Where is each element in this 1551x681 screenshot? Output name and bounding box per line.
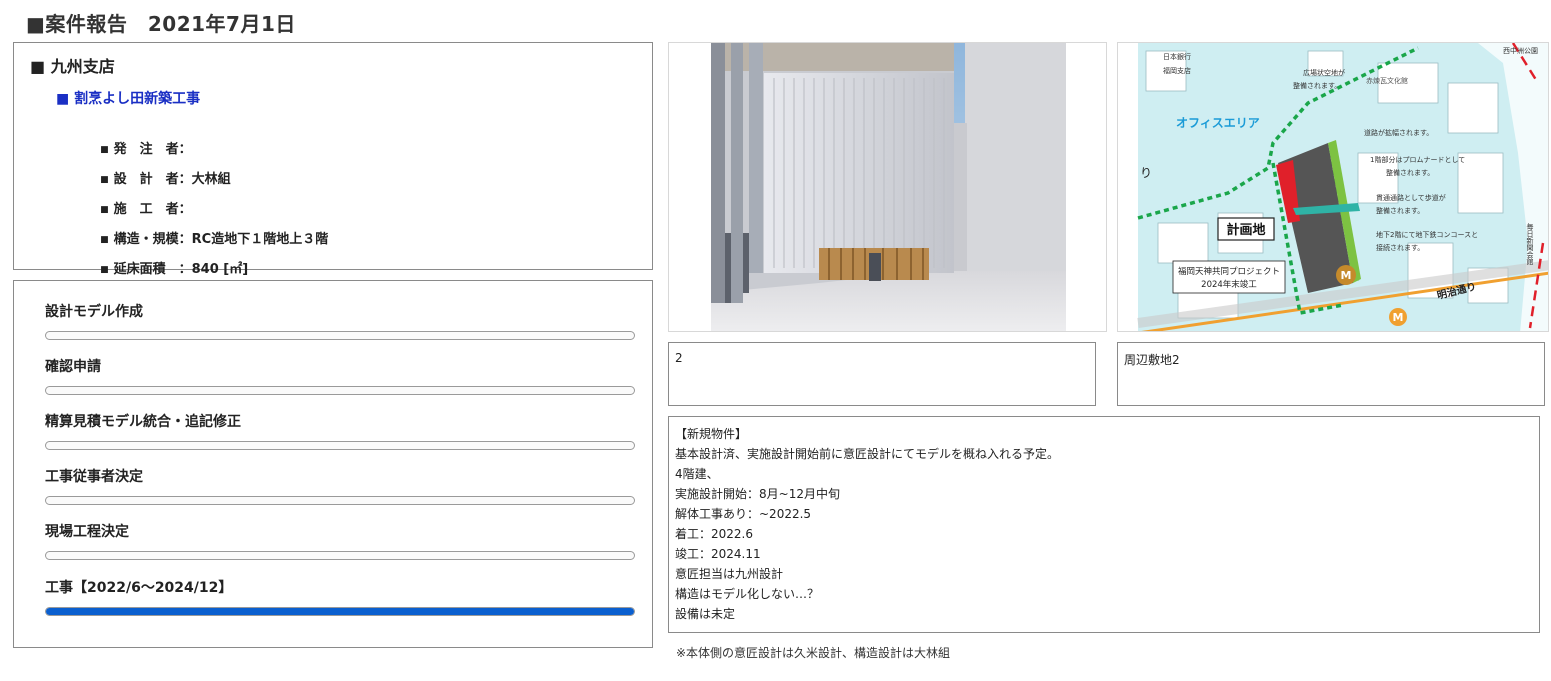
notes-line: 設備は未定 (675, 607, 736, 621)
map-walkway-label2: 整備されます。 (1376, 206, 1424, 215)
building-render-image[interactable] (668, 42, 1107, 332)
map-site-label: 計画地 (1226, 222, 1265, 238)
step-label: 設計モデル作成 (45, 304, 143, 320)
step-label: 工事【2022/6～2024/12】 (45, 580, 233, 596)
detail-label: 延床面積 ： (113, 262, 192, 277)
map-newspaper-label: 毎日新聞会館 (1526, 222, 1534, 266)
notes-panel: 【新規物件】 基本設計済、実施設計開始前に意匠設計にてモデルを概ね入れる予定。 … (668, 416, 1540, 633)
progress-bar (45, 331, 635, 340)
branch-name: ■ 九州支店 (30, 57, 115, 76)
progress-panel: 設計モデル作成 確認申請 精算見積モデル統合・追記修正 工事従事者決定 現場工程… (13, 280, 653, 648)
caption-text: 2 (675, 351, 683, 365)
notes-line: 4階建、 (675, 467, 719, 481)
map-promenade-label2: 整備されます。 (1386, 168, 1434, 177)
progress-bar (45, 441, 635, 450)
step-label: 現場工程決定 (45, 524, 129, 540)
map-promenade-label: 1階部分はプロムナードとして (1370, 155, 1465, 164)
progress-step: 設計モデル作成 (45, 301, 635, 340)
map-subway-label: 地下2階にて地下鉄コンコースと (1376, 230, 1478, 239)
map-joint-label: 福岡天神共同プロジェクト (1178, 266, 1280, 277)
notes-line: 基本設計済、実施設計開始前に意匠設計にてモデルを概ね入れる予定。 (675, 447, 1060, 461)
map-culture-label: 赤煉瓦文化館 (1366, 76, 1408, 85)
notes-line: 【新規物件】 (675, 427, 748, 441)
metro-icon: M (1393, 311, 1404, 324)
building-render-svg (669, 43, 1106, 331)
detail-value: 大林組 (191, 172, 231, 187)
area-map-svg: M M 計画地 福岡天神共同プロジェクト 2024年末竣工 日本銀行 福岡支店 … (1118, 43, 1548, 331)
map-joint-year: 2024年末竣工 (1201, 279, 1257, 290)
step-label: 工事従事者決定 (45, 469, 143, 485)
notes-line: 竣工：2024.11 (675, 547, 761, 561)
map-bank-label: 日本銀行 (1163, 52, 1191, 61)
page-title: ■案件報告 2021年7月1日 (26, 12, 296, 36)
metro-icon: M (1341, 269, 1352, 282)
bullet-icon: ■ (100, 265, 109, 275)
map-plaza-label: 広場状空地が (1303, 68, 1345, 77)
progress-step: 工事従事者決定 (45, 466, 635, 505)
footnote: ※本体側の意匠設計は久米設計、構造設計は大林組 (676, 646, 951, 660)
notes-line: 意匠担当は九州設計 (675, 567, 784, 581)
progress-step: 現場工程決定 (45, 521, 635, 560)
notes-line: 構造はモデル化しない…？ (675, 587, 820, 601)
project-info-panel: ■ 九州支店 ■ 割烹よし田新築工事 ■ 発 注 者： ■ 設 計 者：大林組 ■ 施… (13, 42, 653, 277)
step-label: 精算見積モデル統合・追記修正 (45, 414, 241, 430)
notes-line: 解体工事あり：~2022.5 (675, 507, 812, 521)
image-caption-1: 2 (668, 342, 1096, 406)
progress-bar (45, 607, 635, 616)
progress-bar (45, 551, 635, 560)
map-office-area-label: オフィスエリア (1176, 116, 1260, 130)
notes-line: 実施設計開始：8月~12月中旬 (675, 487, 840, 501)
area-map-image[interactable]: M M 計画地 福岡天神共同プロジェクト 2024年末竣工 日本銀行 福岡支店 … (1117, 42, 1549, 332)
progress-bar (45, 496, 635, 505)
notes-line: 着工：2022.6 (675, 527, 753, 541)
caption-text: 周辺敷地2 (1124, 353, 1180, 367)
progress-step: 精算見積モデル統合・追記修正 (45, 411, 635, 450)
map-bank-branch-label: 福岡支店 (1163, 66, 1191, 75)
detail-value: 840 [㎡] (191, 262, 249, 277)
progress-fill (46, 608, 634, 615)
progress-bar (45, 386, 635, 395)
map-walkway-label: 貫通通路として歩道が (1376, 193, 1446, 202)
map-subway-label2: 接続されます。 (1376, 243, 1424, 252)
progress-step: 工事【2022/6～2024/12】 (45, 577, 635, 616)
map-road-label: 道路が拡幅されます。 (1364, 128, 1433, 137)
map-dori-label: り (1140, 166, 1152, 180)
map-park-label: 西中洲公園 (1503, 46, 1538, 55)
project-name-link[interactable]: ■ 割烹よし田新築工事 (56, 88, 200, 108)
step-label: 確認申請 (45, 359, 101, 375)
map-plaza-label2: 整備されます。 (1293, 81, 1341, 90)
image-caption-2: 周辺敷地2 (1117, 342, 1545, 406)
progress-step: 確認申請 (45, 356, 635, 395)
